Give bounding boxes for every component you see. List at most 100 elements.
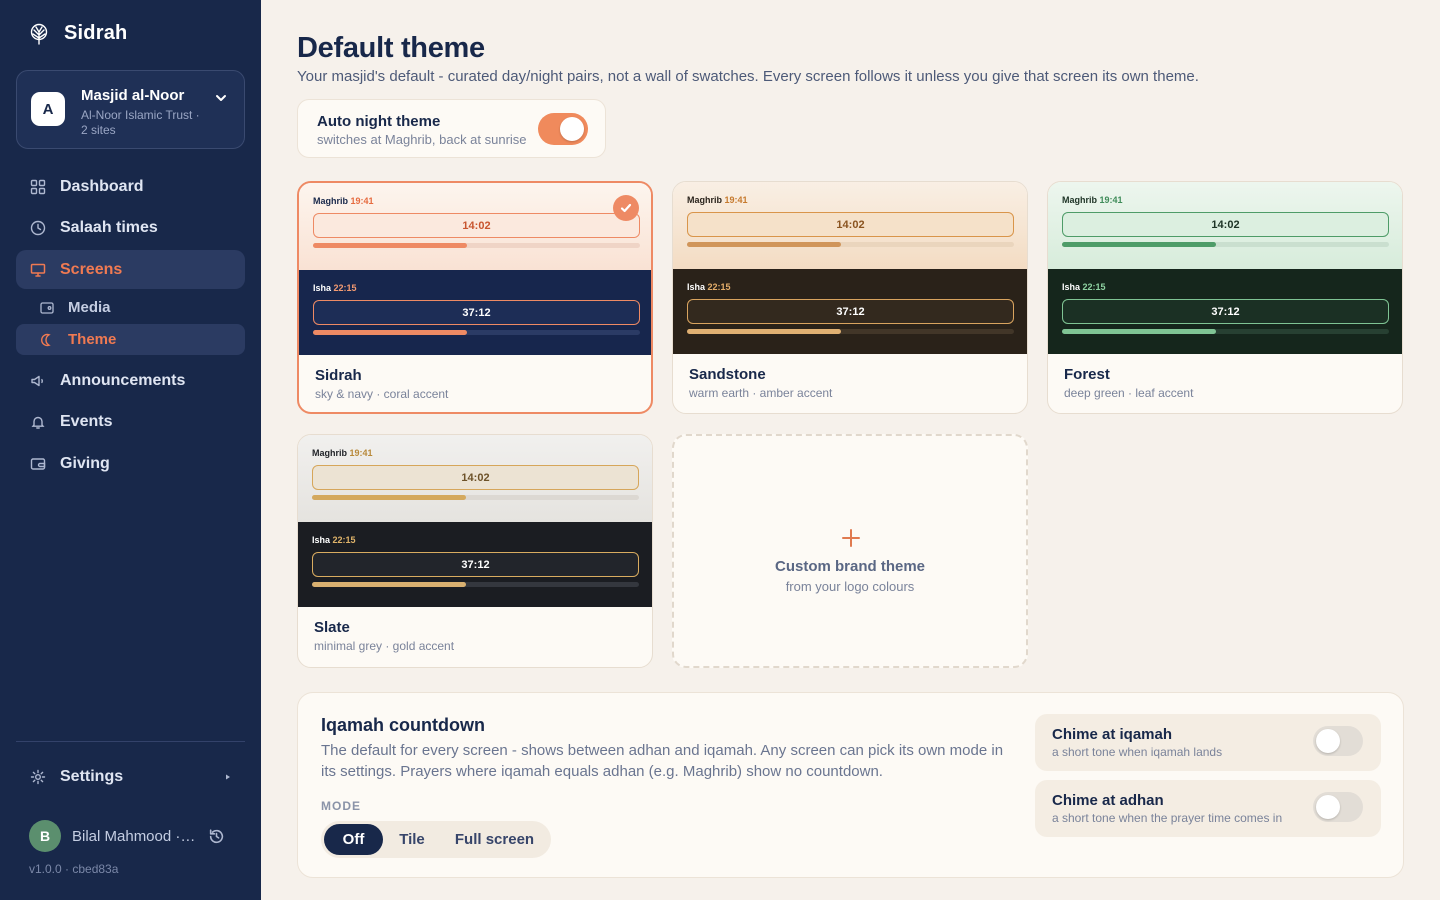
- theme-card-sandstone[interactable]: Maghrib 19:41 14:02 Isha 22:15 37:12 San…: [672, 181, 1028, 414]
- chime-adhan-toggle[interactable]: [1313, 792, 1363, 822]
- wallet-icon: [30, 457, 46, 470]
- night-preview: Isha 22:15 37:12: [298, 522, 652, 607]
- page-description: Your masjid's default - curated day/nigh…: [297, 68, 1199, 85]
- theme-card-forest[interactable]: Maghrib 19:41 14:02 Isha 22:15 37:12 For…: [1047, 181, 1403, 414]
- org-switcher[interactable]: A Masjid al-Noor Al-Noor Islamic Trust ·…: [16, 70, 245, 149]
- chime-iqamah-card: Chime at iqamah a short tone when iqamah…: [1035, 714, 1381, 771]
- day-progress-fill: [687, 242, 841, 247]
- sidebar-item-label: Dashboard: [60, 177, 144, 195]
- auto-night-toggle[interactable]: [538, 113, 588, 145]
- night-countdown: 37:12: [312, 552, 639, 577]
- sidebar-item-label: Announcements: [60, 371, 186, 389]
- chime-adhan-card: Chime at adhan a short tone when the pra…: [1035, 780, 1381, 837]
- megaphone-icon: [31, 375, 43, 386]
- day-progress-track: [313, 243, 640, 248]
- sidebar-item-label: Screens: [60, 260, 123, 278]
- day-progress-fill: [1062, 242, 1216, 247]
- page-title: Default theme: [297, 32, 485, 64]
- custom-theme-subtitle: from your logo colours: [785, 579, 915, 594]
- mode-segmented-control: Off Tile Full screen: [321, 821, 551, 858]
- sidebar-item-label: Theme: [68, 331, 117, 348]
- day-progress-track: [1062, 242, 1389, 247]
- brand-name: Sidrah: [64, 22, 128, 44]
- brand[interactable]: Sidrah: [28, 22, 127, 45]
- night-progress-track: [312, 582, 639, 587]
- user-profile[interactable]: B Bilal Mahmood · a...: [29, 820, 239, 852]
- night-progress-fill: [1062, 329, 1216, 334]
- mode-tile-button[interactable]: Tile: [383, 824, 441, 855]
- day-countdown: 14:02: [687, 212, 1014, 237]
- mode-full-screen-button[interactable]: Full screen: [441, 824, 548, 855]
- sidebar-item-label: Salaah times: [60, 218, 158, 236]
- day-countdown: 14:02: [312, 465, 639, 490]
- avatar: B: [29, 820, 61, 852]
- chevron-down-icon: [216, 95, 226, 101]
- iqamah-description: The default for every screen - shows bet…: [321, 742, 1004, 780]
- mode-off-button[interactable]: Off: [324, 824, 383, 855]
- iqamah-panel: Iqamah countdown The default for every s…: [297, 692, 1404, 878]
- night-progress-track: [313, 330, 640, 335]
- sidebar-item-settings[interactable]: Settings: [16, 757, 245, 796]
- night-progress-track: [687, 329, 1014, 334]
- sidebar-item-announcements[interactable]: Announcements: [16, 361, 245, 400]
- plus-icon: [842, 529, 860, 547]
- night-countdown: 37:12: [313, 300, 640, 325]
- custom-theme-title: Custom brand theme: [774, 558, 925, 575]
- theme-card-sidrah[interactable]: Maghrib 19:41 14:02 Isha 22:15 37:12 Sid…: [297, 181, 653, 414]
- bell-icon: [31, 416, 45, 429]
- day-progress-fill: [312, 495, 466, 500]
- user-name: Bilal Mahmood · a...: [72, 827, 196, 845]
- sidebar-item-salaah-times[interactable]: Salaah times: [16, 208, 245, 247]
- day-countdown: 14:02: [1062, 212, 1389, 237]
- day-prayer-label: Maghrib 19:41: [1062, 195, 1123, 205]
- theme-name: Sandstone: [689, 366, 766, 383]
- night-preview: Isha 22:15 37:12: [673, 269, 1027, 354]
- night-prayer-label: Isha 22:15: [687, 282, 731, 292]
- day-prayer-label: Maghrib 19:41: [687, 195, 748, 205]
- org-subtitle: Al-Noor Islamic Trust · 2 sites: [81, 108, 200, 137]
- theme-subtitle: warm earth · amber accent: [689, 386, 833, 400]
- day-preview: Maghrib 19:41 14:02: [1048, 182, 1402, 269]
- custom-theme-card[interactable]: Custom brand theme from your logo colour…: [672, 434, 1028, 668]
- sidebar-subitem-theme[interactable]: Theme: [16, 324, 245, 355]
- night-prayer-label: Isha 22:15: [313, 283, 357, 293]
- sidebar-item-giving[interactable]: Giving: [16, 444, 245, 483]
- theme-card-slate[interactable]: Maghrib 19:41 14:02 Isha 22:15 37:12 Sla…: [297, 434, 653, 668]
- clock-icon: [30, 220, 46, 235]
- day-progress-track: [687, 242, 1014, 247]
- version-label: v1.0.0 · cbed83a: [29, 862, 119, 876]
- sidebar-item-dashboard[interactable]: Dashboard: [16, 167, 245, 206]
- sidebar-subitem-media[interactable]: Media: [16, 292, 245, 323]
- chime-iqamah-toggle[interactable]: [1313, 726, 1363, 756]
- org-text: Masjid al-Noor Al-Noor Islamic Trust · 2…: [81, 87, 201, 138]
- toggle-knob: [1316, 795, 1340, 819]
- sidebar-item-label: Giving: [60, 454, 110, 472]
- toggle-knob: [560, 117, 584, 141]
- sidebar: Sidrah A Masjid al-Noor Al-Noor Islamic …: [0, 0, 261, 900]
- night-progress-track: [1062, 329, 1389, 334]
- night-progress-fill: [313, 330, 467, 335]
- night-progress-fill: [312, 582, 466, 587]
- day-countdown: 14:02: [313, 213, 640, 238]
- theme-name: Forest: [1064, 366, 1110, 383]
- day-preview: Maghrib 19:41 14:02: [673, 182, 1027, 269]
- sidebar-item-screens[interactable]: Screens: [16, 250, 245, 289]
- sidebar-item-events[interactable]: Events: [16, 402, 245, 441]
- moon-icon: [41, 333, 51, 346]
- day-preview: Maghrib 19:41 14:02: [299, 183, 651, 270]
- theme-name: Sidrah: [315, 367, 362, 384]
- toggle-knob: [1316, 729, 1340, 753]
- caret-right-icon: [226, 774, 230, 780]
- sidebar-item-label: Settings: [60, 767, 124, 785]
- night-prayer-label: Isha 22:15: [1062, 282, 1106, 292]
- night-countdown: 37:12: [1062, 299, 1389, 324]
- theme-subtitle: sky & navy · coral accent: [315, 387, 449, 401]
- theme-name: Slate: [314, 619, 350, 636]
- selected-check-icon: [613, 195, 639, 221]
- day-prayer-label: Maghrib 19:41: [312, 448, 373, 458]
- day-preview: Maghrib 19:41 14:02: [298, 435, 652, 522]
- refresh-icon[interactable]: [208, 828, 225, 845]
- day-prayer-label: Maghrib 19:41: [313, 196, 374, 206]
- day-progress-fill: [313, 243, 467, 248]
- org-name: Masjid al-Noor: [81, 87, 185, 104]
